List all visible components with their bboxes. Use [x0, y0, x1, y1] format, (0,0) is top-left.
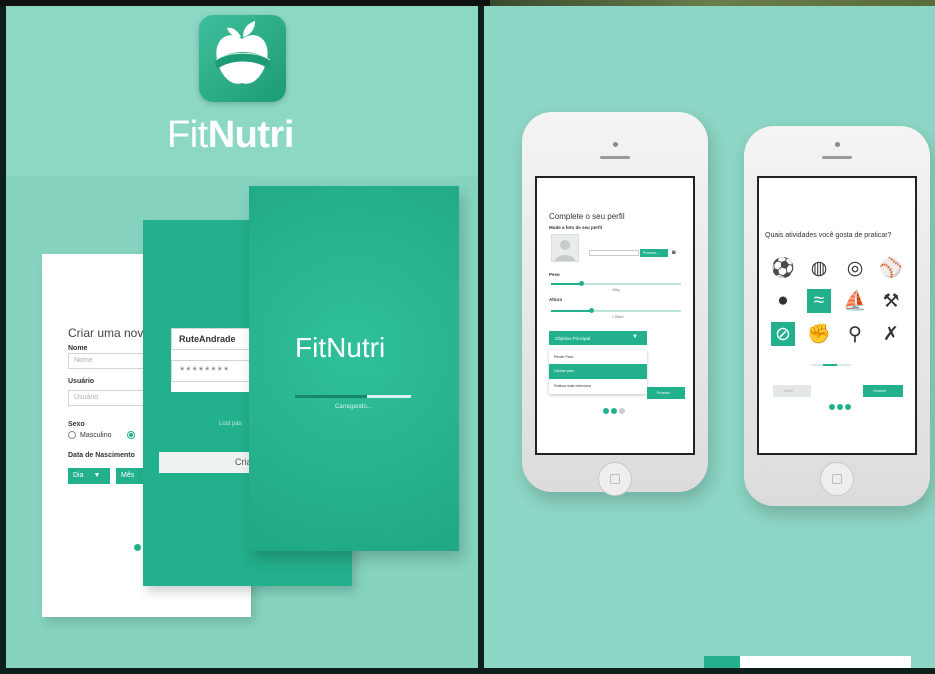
weight-label: Peso	[549, 272, 560, 277]
page-dot-3	[845, 404, 851, 410]
pager-dot	[134, 544, 141, 551]
activity-scroll-thumb[interactable]	[823, 364, 837, 366]
sex-label: Sexo	[68, 421, 85, 428]
goal-select-label: Objetivo Principal	[555, 336, 591, 341]
finish-button[interactable]: Concluir	[863, 385, 903, 397]
camera-icon[interactable]: ◙	[672, 250, 676, 256]
partial-card-accent	[704, 656, 740, 668]
page-dot-3	[619, 408, 625, 414]
chevron-down-icon: ▼	[632, 334, 638, 340]
back-button[interactable]: Voltar	[773, 385, 811, 397]
goal-option-more-exercise[interactable]: Praticar mais exercícios	[549, 379, 647, 394]
activities-screen: Quais atividades você gosta de praticar?…	[757, 176, 917, 455]
profile-screen: Complete o seu perfil Mude a foto de seu…	[535, 176, 695, 455]
weight-slider-fill	[551, 283, 581, 285]
baseball-icon[interactable]: ⚾	[879, 256, 903, 280]
chevron-down-icon: ▼	[93, 472, 101, 479]
loading-progress-fill	[295, 395, 367, 398]
weight-slider-handle[interactable]	[579, 281, 584, 286]
loading-text: Carregando...	[335, 404, 372, 410]
height-slider-handle[interactable]	[589, 308, 594, 313]
cycling-icon[interactable]: ⚲	[843, 322, 867, 346]
app-logo-wordmark: FitNutri	[167, 114, 294, 156]
surfing-icon[interactable]: ⛵	[843, 289, 867, 313]
volleyball-icon[interactable]: ◎	[843, 256, 867, 280]
sex-male-label: Masculino	[80, 432, 112, 439]
day-select-label: Dia	[73, 472, 84, 479]
activity-scroll-track[interactable]	[811, 364, 851, 366]
avatar[interactable]	[551, 234, 579, 262]
weight-value: 45kg	[612, 288, 620, 292]
phone-activities: Quais atividades você gosta de praticar?…	[744, 126, 930, 506]
activities-question: Quais atividades você gosta de praticar?	[765, 232, 892, 239]
photo-label: Mude a foto de seu perfil	[549, 225, 603, 230]
height-label: Altura	[549, 297, 563, 302]
app-logo-icon	[199, 15, 286, 102]
phone-profile: Complete o seu perfil Mude a foto de seu…	[522, 112, 708, 496]
photo-path-input[interactable]	[589, 250, 639, 256]
phone-speaker	[822, 156, 852, 159]
splash-logo-wordmark: FitNutri	[295, 332, 386, 363]
loading-progress-bar	[295, 395, 411, 398]
page-dot-2	[611, 408, 617, 414]
birth-label: Data de Nascimento	[68, 452, 135, 459]
page-dot-1	[829, 404, 835, 410]
goal-dropdown-menu: Perder Peso Ganhar peso Praticar mais ex…	[549, 350, 647, 394]
boxing-icon[interactable]: ✊	[807, 322, 831, 346]
month-select-label: Mês	[121, 472, 135, 479]
soccer-ball-icon[interactable]: ⚽	[771, 256, 795, 280]
weightlifting-icon[interactable]: ⚒	[879, 289, 903, 313]
sex-female-radio[interactable]	[127, 431, 135, 439]
sex-male-radio[interactable]	[68, 431, 76, 439]
height-value: 1,56cm	[612, 315, 624, 319]
phone-home-button[interactable]	[820, 462, 854, 496]
forgot-password-link[interactable]: Lost pas	[219, 421, 242, 427]
basketball-icon[interactable]: ◍	[807, 256, 831, 280]
browse-button[interactable]: Procurar...	[640, 249, 668, 257]
gymnastics-icon[interactable]: ✗	[879, 322, 903, 346]
showcase-canvas: FitNutri Criar uma nova co Nome Nome Usu…	[0, 0, 935, 674]
profile-title: Complete o seu perfil	[549, 212, 625, 221]
page-dot-2	[837, 404, 843, 410]
goal-option-lose-weight[interactable]: Perder Peso	[549, 350, 647, 364]
splash-card: FitNutri Carregando...	[249, 186, 459, 551]
page-dot-1	[603, 408, 609, 414]
bottom-strip	[0, 668, 935, 674]
user-label: Usuário	[68, 378, 95, 385]
day-select[interactable]: Dia ▼	[68, 468, 110, 484]
tennis-icon[interactable]: ⊘	[771, 322, 795, 346]
phone-camera	[835, 142, 840, 147]
next-button[interactable]: Próximo	[647, 387, 685, 399]
phone-speaker	[600, 156, 630, 159]
name-label: Nome	[68, 345, 88, 352]
bowling-icon[interactable]: ●	[771, 289, 795, 313]
goal-option-gain-weight[interactable]: Ganhar peso	[549, 364, 647, 379]
phone-home-button[interactable]	[598, 462, 632, 496]
phone-camera	[613, 142, 618, 147]
height-slider-fill	[551, 310, 591, 312]
swimming-icon[interactable]: ≈	[807, 289, 831, 313]
